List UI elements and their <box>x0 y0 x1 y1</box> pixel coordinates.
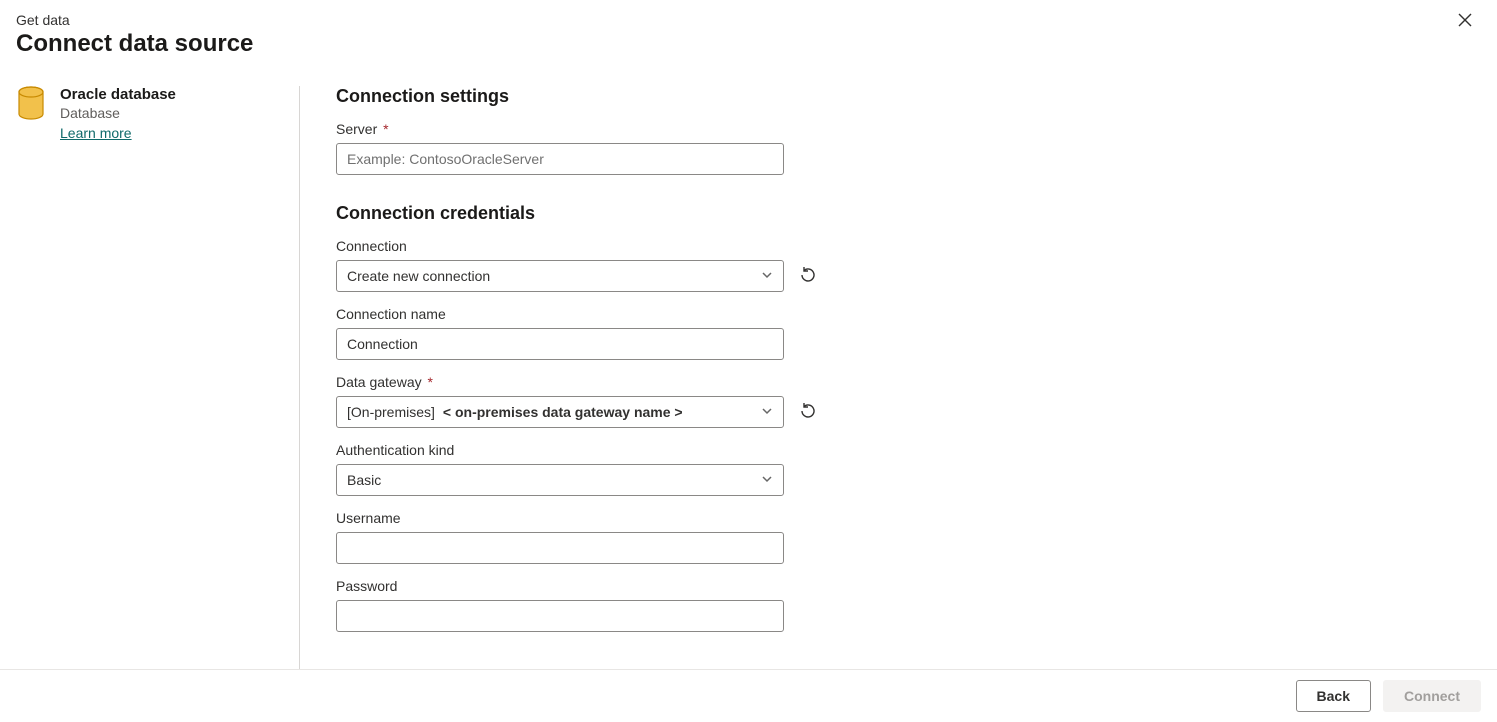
dialog-footer: Back Connect <box>0 669 1497 722</box>
connection-label: Connection <box>336 238 1481 254</box>
connect-button[interactable]: Connect <box>1383 680 1481 712</box>
server-label: Server * <box>336 121 1481 137</box>
password-input-wrapper <box>336 600 784 632</box>
password-label: Password <box>336 578 1481 594</box>
database-icon <box>16 86 46 125</box>
server-input-wrapper <box>336 143 784 175</box>
section-heading-settings: Connection settings <box>336 86 1481 107</box>
learn-more-link[interactable]: Learn more <box>60 125 132 141</box>
connector-sidebar: Oracle database Database Learn more <box>16 86 300 669</box>
data-gateway-dropdown[interactable]: [On-premises] < on-premises data gateway… <box>336 396 784 428</box>
dialog-header: Get data Connect data source <box>0 0 1497 74</box>
server-input[interactable] <box>347 144 773 174</box>
connection-name-input[interactable] <box>347 329 773 359</box>
section-connection-credentials: Connection credentials Connection Create… <box>336 203 1481 632</box>
auth-kind-label: Authentication kind <box>336 442 1481 458</box>
username-input-wrapper <box>336 532 784 564</box>
breadcrumb: Get data <box>16 12 1481 28</box>
data-gateway-prefix: [On-premises] <box>347 404 435 420</box>
section-connection-settings: Connection settings Server * <box>336 86 1481 175</box>
auth-kind-value: Basic <box>347 472 381 488</box>
required-marker: * <box>383 121 388 137</box>
password-input[interactable] <box>347 601 773 631</box>
data-gateway-label: Data gateway * <box>336 374 1481 390</box>
close-button[interactable] <box>1457 12 1477 32</box>
username-label: Username <box>336 510 1481 526</box>
data-gateway-hint: < on-premises data gateway name > <box>443 404 683 420</box>
connector-name: Oracle database <box>60 86 176 103</box>
chevron-down-icon <box>761 404 773 420</box>
connection-name-input-wrapper <box>336 328 784 360</box>
username-input[interactable] <box>347 533 773 563</box>
chevron-down-icon <box>761 472 773 488</box>
page-title: Connect data source <box>16 30 1481 58</box>
close-icon <box>1457 15 1473 31</box>
connector-type: Database <box>60 105 176 121</box>
data-gateway-refresh-button[interactable] <box>798 402 818 422</box>
refresh-icon <box>799 402 817 423</box>
required-marker: * <box>428 374 433 390</box>
connection-dropdown-value: Create new connection <box>347 268 490 284</box>
chevron-down-icon <box>761 268 773 284</box>
connection-name-label: Connection name <box>336 306 1481 322</box>
back-button[interactable]: Back <box>1296 680 1371 712</box>
connection-dropdown[interactable]: Create new connection <box>336 260 784 292</box>
form-panel: Connection settings Server * Connection … <box>300 86 1481 669</box>
section-heading-credentials: Connection credentials <box>336 203 1481 224</box>
refresh-icon <box>799 266 817 287</box>
auth-kind-dropdown[interactable]: Basic <box>336 464 784 496</box>
connection-refresh-button[interactable] <box>798 266 818 286</box>
